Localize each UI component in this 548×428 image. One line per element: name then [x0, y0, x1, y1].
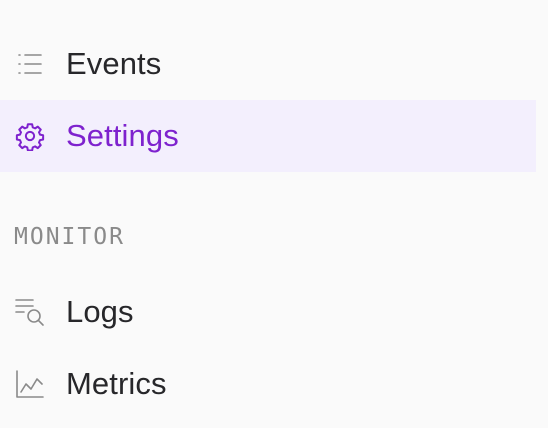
sidebar-item-settings[interactable]: Settings: [0, 100, 536, 172]
sidebar-item-label: Events: [66, 46, 162, 81]
sidebar-item-label: Logs: [66, 294, 134, 329]
sidebar-nav: Events Settings MONITOR Logs Metrics: [0, 0, 548, 428]
sidebar-item-events[interactable]: Events: [0, 28, 536, 100]
sidebar-item-logs[interactable]: Logs: [0, 276, 536, 348]
sidebar-item-label: Settings: [66, 118, 179, 153]
sidebar-item-label: Metrics: [66, 366, 167, 401]
gear-icon: [15, 121, 45, 151]
section-header-monitor: MONITOR: [14, 224, 125, 250]
list-icon: [15, 49, 45, 79]
log-search-icon: [15, 297, 45, 327]
line-chart-icon: [15, 369, 45, 399]
sidebar-item-metrics[interactable]: Metrics: [0, 348, 536, 420]
